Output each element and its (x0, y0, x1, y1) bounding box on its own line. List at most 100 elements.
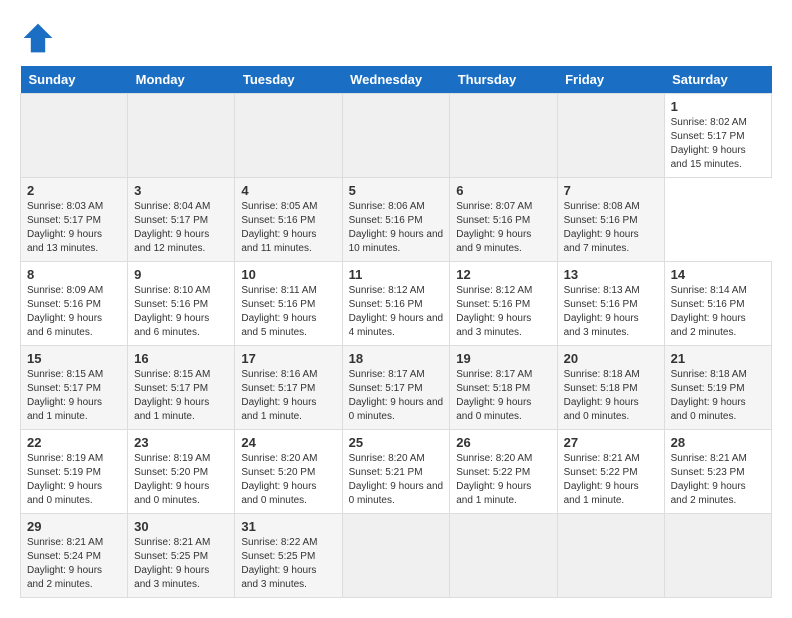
day-number: 24 (241, 435, 335, 450)
calendar-cell: 26 Sunrise: 8:20 AMSunset: 5:22 PMDayligh… (450, 430, 557, 514)
day-number: 21 (671, 351, 765, 366)
calendar-cell: 29 Sunrise: 8:21 AMSunset: 5:24 PMDayligh… (21, 514, 128, 598)
calendar-cell: 2Sunrise: 8:03 AMSunset: 5:17 PMDaylight… (21, 178, 128, 262)
calendar-header-row: SundayMondayTuesdayWednesdayThursdayFrid… (21, 66, 772, 94)
day-number: 13 (564, 267, 658, 282)
calendar-cell: 14 Sunrise: 8:14 AMSunset: 5:16 PMDayligh… (664, 262, 771, 346)
day-number: 20 (564, 351, 658, 366)
calendar-cell: 19Sunrise: 8:17 AMSunset: 5:18 PMDayligh… (450, 346, 557, 430)
day-number: 15 (27, 351, 121, 366)
calendar-cell: 22 Sunrise: 8:19 AMSunset: 5:19 PMDayligh… (21, 430, 128, 514)
calendar-cell (664, 514, 771, 598)
calendar-cell: 10 Sunrise: 8:11 AMSunset: 5:16 PMDayligh… (235, 262, 342, 346)
header-wednesday: Wednesday (342, 66, 450, 94)
calendar-cell: 3Sunrise: 8:04 AMSunset: 5:17 PMDaylight… (128, 178, 235, 262)
day-info: Sunrise: 8:21 AMSunset: 5:24 PMDaylight:… (27, 536, 121, 592)
day-number: 18 (349, 351, 444, 366)
day-number: 26 (456, 435, 550, 450)
day-info: Sunrise: 8:12 AMSunset: 5:16 PMDaylight:… (456, 284, 550, 340)
calendar-cell: 16 Sunrise: 8:15 AMSunset: 5:17 PMDayligh… (128, 346, 235, 430)
calendar-cell: 18 Sunrise: 8:17 AMSunset: 5:17 PMDayligh… (342, 346, 450, 430)
calendar-cell (342, 94, 450, 178)
day-number: 25 (349, 435, 444, 450)
calendar-cell: 28 Sunrise: 8:21 AMSunset: 5:23 PMDayligh… (664, 430, 771, 514)
calendar-table: SundayMondayTuesdayWednesdayThursdayFrid… (20, 66, 772, 598)
day-info: Sunrise: 8:20 AMSunset: 5:21 PMDaylight:… (349, 452, 444, 508)
calendar-cell (557, 514, 664, 598)
calendar-cell (557, 94, 664, 178)
header-thursday: Thursday (450, 66, 557, 94)
calendar-cell: 15 Sunrise: 8:15 AMSunset: 5:17 PMDayligh… (21, 346, 128, 430)
calendar-cell: 1Sunrise: 8:02 AMSunset: 5:17 PMDaylight… (664, 94, 771, 178)
logo-icon (20, 20, 56, 56)
calendar-cell (450, 94, 557, 178)
calendar-cell (342, 514, 450, 598)
day-info: Sunrise: 8:21 AMSunset: 5:23 PMDaylight:… (671, 452, 765, 508)
calendar-cell: 9 Sunrise: 8:10 AMSunset: 5:16 PMDaylight… (128, 262, 235, 346)
week-row-0: 1Sunrise: 8:02 AMSunset: 5:17 PMDaylight… (21, 94, 772, 178)
day-info: Sunrise: 8:06 AMSunset: 5:16 PMDaylight:… (349, 200, 444, 256)
day-info: Sunrise: 8:18 AMSunset: 5:18 PMDaylight:… (564, 368, 658, 424)
day-info: Sunrise: 8:16 AMSunset: 5:17 PMDaylight:… (241, 368, 335, 424)
day-info: Sunrise: 8:05 AMSunset: 5:16 PMDaylight:… (241, 200, 335, 256)
day-number: 27 (564, 435, 658, 450)
calendar-cell (128, 94, 235, 178)
header-saturday: Saturday (664, 66, 771, 94)
day-number: 14 (671, 267, 765, 282)
calendar-cell: 20 Sunrise: 8:18 AMSunset: 5:18 PMDayligh… (557, 346, 664, 430)
week-row-4: 22 Sunrise: 8:19 AMSunset: 5:19 PMDayligh… (21, 430, 772, 514)
day-number: 9 (134, 267, 228, 282)
calendar-cell: 21 Sunrise: 8:18 AMSunset: 5:19 PMDayligh… (664, 346, 771, 430)
day-number: 7 (564, 183, 658, 198)
day-number: 17 (241, 351, 335, 366)
day-info: Sunrise: 8:12 AMSunset: 5:16 PMDaylight:… (349, 284, 444, 340)
day-info: Sunrise: 8:17 AMSunset: 5:17 PMDaylight:… (349, 368, 444, 424)
day-info: Sunrise: 8:10 AMSunset: 5:16 PMDaylight:… (134, 284, 228, 340)
day-info: Sunrise: 8:09 AMSunset: 5:16 PMDaylight:… (27, 284, 121, 340)
day-number: 6 (456, 183, 550, 198)
day-number: 8 (27, 267, 121, 282)
day-info: Sunrise: 8:20 AMSunset: 5:22 PMDaylight:… (456, 452, 550, 508)
day-number: 22 (27, 435, 121, 450)
day-info: Sunrise: 8:19 AMSunset: 5:19 PMDaylight:… (27, 452, 121, 508)
day-info: Sunrise: 8:11 AMSunset: 5:16 PMDaylight:… (241, 284, 335, 340)
day-info: Sunrise: 8:07 AMSunset: 5:16 PMDaylight:… (456, 200, 550, 256)
day-info: Sunrise: 8:15 AMSunset: 5:17 PMDaylight:… (134, 368, 228, 424)
day-info: Sunrise: 8:08 AMSunset: 5:16 PMDaylight:… (564, 200, 658, 256)
day-info: Sunrise: 8:04 AMSunset: 5:17 PMDaylight:… (134, 200, 228, 256)
day-info: Sunrise: 8:15 AMSunset: 5:17 PMDaylight:… (27, 368, 121, 424)
calendar-cell: 11 Sunrise: 8:12 AMSunset: 5:16 PMDayligh… (342, 262, 450, 346)
day-info: Sunrise: 8:18 AMSunset: 5:19 PMDaylight:… (671, 368, 765, 424)
day-number: 28 (671, 435, 765, 450)
day-number: 5 (349, 183, 444, 198)
calendar-cell: 24 Sunrise: 8:20 AMSunset: 5:20 PMDayligh… (235, 430, 342, 514)
calendar-cell (21, 94, 128, 178)
day-info: Sunrise: 8:13 AMSunset: 5:16 PMDaylight:… (564, 284, 658, 340)
calendar-cell: 31Sunrise: 8:22 AMSunset: 5:25 PMDayligh… (235, 514, 342, 598)
calendar-cell: 25 Sunrise: 8:20 AMSunset: 5:21 PMDayligh… (342, 430, 450, 514)
day-info: Sunrise: 8:21 AMSunset: 5:25 PMDaylight:… (134, 536, 228, 592)
day-number: 29 (27, 519, 121, 534)
header-tuesday: Tuesday (235, 66, 342, 94)
day-number: 11 (349, 267, 444, 282)
day-info: Sunrise: 8:14 AMSunset: 5:16 PMDaylight:… (671, 284, 765, 340)
day-info: Sunrise: 8:20 AMSunset: 5:20 PMDaylight:… (241, 452, 335, 508)
day-info: Sunrise: 8:19 AMSunset: 5:20 PMDaylight:… (134, 452, 228, 508)
day-info: Sunrise: 8:21 AMSunset: 5:22 PMDaylight:… (564, 452, 658, 508)
day-info: Sunrise: 8:17 AMSunset: 5:18 PMDaylight:… (456, 368, 550, 424)
calendar-cell (235, 94, 342, 178)
week-row-1: 2Sunrise: 8:03 AMSunset: 5:17 PMDaylight… (21, 178, 772, 262)
day-number: 16 (134, 351, 228, 366)
calendar-cell: 17 Sunrise: 8:16 AMSunset: 5:17 PMDayligh… (235, 346, 342, 430)
calendar-cell: 30 Sunrise: 8:21 AMSunset: 5:25 PMDayligh… (128, 514, 235, 598)
day-number: 31 (241, 519, 335, 534)
day-number: 10 (241, 267, 335, 282)
week-row-5: 29 Sunrise: 8:21 AMSunset: 5:24 PMDayligh… (21, 514, 772, 598)
week-row-3: 15 Sunrise: 8:15 AMSunset: 5:17 PMDayligh… (21, 346, 772, 430)
header-sunday: Sunday (21, 66, 128, 94)
calendar-cell: 5 Sunrise: 8:06 AMSunset: 5:16 PMDaylight… (342, 178, 450, 262)
day-info: Sunrise: 8:02 AMSunset: 5:17 PMDaylight:… (671, 116, 765, 172)
day-number: 30 (134, 519, 228, 534)
calendar-cell (450, 514, 557, 598)
calendar-cell: 8 Sunrise: 8:09 AMSunset: 5:16 PMDaylight… (21, 262, 128, 346)
